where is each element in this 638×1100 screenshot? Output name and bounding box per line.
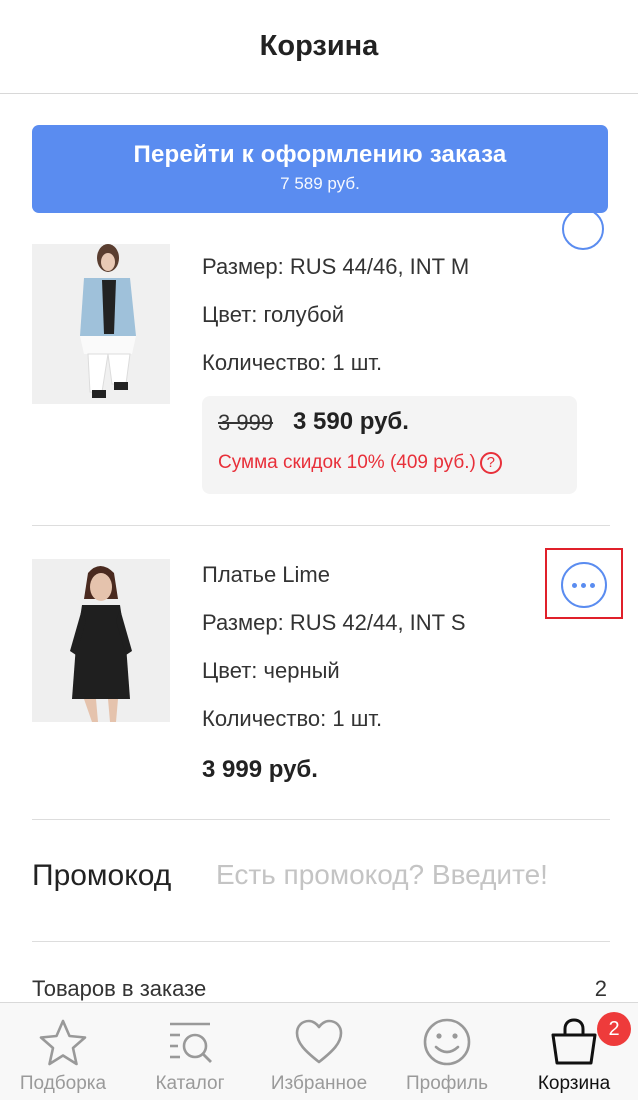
tab-label: Избранное bbox=[270, 1073, 368, 1094]
checkout-button-label: Перейти к оформлению заказа bbox=[133, 141, 507, 168]
product-size: Размер: RUS 44/46, INT M bbox=[202, 254, 470, 279]
product-quantity: Количество: 1 шт. bbox=[202, 706, 383, 731]
divider bbox=[32, 941, 610, 942]
tab-favorites[interactable]: Избранное bbox=[254, 1003, 384, 1100]
more-options-highlight bbox=[545, 548, 623, 619]
tab-catalog[interactable]: Каталог bbox=[126, 1003, 254, 1100]
tab-cart[interactable]: 2 Корзина bbox=[510, 1003, 638, 1100]
product-price: 3 590 руб. bbox=[293, 408, 409, 435]
product-price: 3 999 руб. bbox=[202, 756, 318, 783]
checkout-total: 7 589 руб. bbox=[280, 174, 360, 193]
product-photo bbox=[32, 559, 170, 722]
promo-input[interactable] bbox=[216, 859, 616, 891]
tab-label: Подборка bbox=[19, 1073, 107, 1094]
tab-label: Корзина bbox=[537, 1073, 611, 1094]
items-count-label: Товаров в заказе bbox=[32, 976, 207, 1001]
product-color: Цвет: черный bbox=[202, 658, 340, 683]
product-name[interactable]: Платье Lime bbox=[202, 562, 330, 588]
page-title: Корзина bbox=[259, 30, 379, 62]
product-image-denim-jacket[interactable] bbox=[32, 244, 170, 404]
divider bbox=[32, 525, 610, 526]
tab-label: Профиль bbox=[405, 1073, 489, 1094]
tab-podborka[interactable]: Подборка bbox=[0, 1003, 126, 1100]
product-quantity: Количество: 1 шт. bbox=[202, 350, 383, 375]
cart-badge: 2 bbox=[597, 1012, 631, 1046]
tab-profile[interactable]: Профиль bbox=[384, 1003, 510, 1100]
catalog-search-icon bbox=[170, 1022, 212, 1063]
checkout-button[interactable]: Перейти к оформлению заказа 7 589 руб. bbox=[32, 125, 608, 213]
divider bbox=[32, 819, 610, 820]
product-color: Цвет: голубой bbox=[202, 302, 345, 327]
star-icon bbox=[39, 1019, 87, 1066]
question-icon[interactable]: ? bbox=[479, 452, 502, 474]
more-options-button[interactable] bbox=[561, 562, 607, 608]
price-box: 3 999 3 590 руб. Сумма скидок 10% (409 р… bbox=[202, 396, 577, 494]
promo-label: Промокод bbox=[32, 859, 172, 892]
more-options-button[interactable] bbox=[562, 208, 604, 250]
items-count-value: 2 bbox=[594, 976, 607, 1001]
product-photo bbox=[32, 244, 170, 404]
tab-bar: Подборка Каталог Избранное Профиль 2 Кор… bbox=[0, 1002, 638, 1100]
tab-label: Каталог bbox=[155, 1073, 225, 1094]
old-price: 3 999 bbox=[218, 410, 274, 435]
discount-text: Сумма скидок 10% (409 руб.) bbox=[218, 452, 476, 473]
smiley-icon bbox=[423, 1018, 471, 1066]
bag-icon bbox=[551, 1018, 597, 1065]
cart-list[interactable]: Размер: RUS 44/46, INT M Цвет: голубой К… bbox=[0, 94, 638, 1002]
heart-icon bbox=[295, 1019, 343, 1064]
product-image-dress[interactable] bbox=[32, 559, 170, 722]
product-size: Размер: RUS 42/44, INT S bbox=[202, 610, 466, 635]
discount-info: Сумма скидок 10% (409 руб.)? bbox=[218, 452, 502, 474]
header: Корзина bbox=[0, 0, 638, 94]
